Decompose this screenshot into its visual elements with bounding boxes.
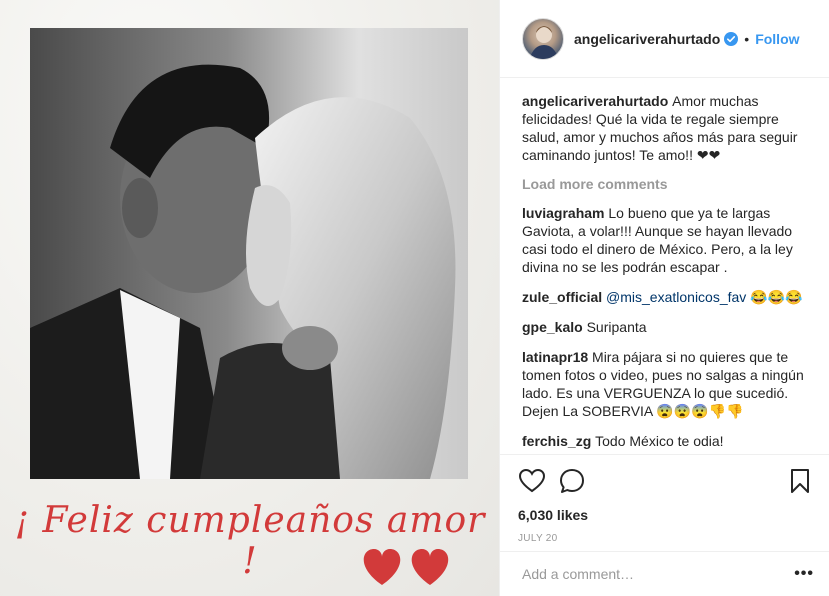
comment-username[interactable]: ferchis_zg xyxy=(522,433,595,449)
list-item: zule_official @mis_exatlonicos_fav 😂😂😂 xyxy=(522,288,818,306)
action-icons xyxy=(518,465,814,497)
comment-button[interactable] xyxy=(558,467,586,495)
heart-outline-icon xyxy=(519,469,545,493)
hearts-icon xyxy=(363,549,449,585)
comment-username[interactable]: zule_official xyxy=(522,289,606,305)
comment-username[interactable]: luviagraham xyxy=(522,205,608,221)
comment-text: Suripanta xyxy=(586,319,647,335)
list-item: ferchis_zg Todo México te odia! xyxy=(522,432,818,450)
list-item: latinapr18 Mira pájara si no quieres que… xyxy=(522,348,818,420)
comments-list[interactable]: angelicariverahurtado Amor muchas felici… xyxy=(500,78,829,454)
more-options-button[interactable]: ••• xyxy=(794,565,814,583)
post-date[interactable]: JULY 20 xyxy=(518,533,814,544)
avatar[interactable] xyxy=(522,17,564,60)
post-image[interactable]: ¡ Feliz cumpleaños amor ! xyxy=(0,0,499,596)
comment-mention[interactable]: @mis_exatlonicos_fav xyxy=(606,289,746,305)
caption-comment: angelicariverahurtado Amor muchas felici… xyxy=(522,92,818,164)
comment-username[interactable]: gpe_kalo xyxy=(522,319,587,335)
list-item: gpe_kalo Suripanta xyxy=(522,318,818,336)
load-more-comments-button[interactable]: Load more comments xyxy=(522,176,818,192)
post-header: angelicariverahurtado • Follow xyxy=(500,0,829,78)
username[interactable]: angelicariverahurtado xyxy=(574,31,720,47)
add-comment-bar: ••• xyxy=(500,551,829,596)
comment-text: 😂😂😂 xyxy=(746,289,803,305)
speech-bubble-icon xyxy=(560,469,584,493)
comment-text: Todo México te odia! xyxy=(595,433,724,449)
add-comment-input[interactable] xyxy=(522,566,795,582)
comment-username[interactable]: angelicariverahurtado xyxy=(522,93,672,109)
save-button[interactable] xyxy=(786,467,814,495)
post-side-panel: angelicariverahurtado • Follow angelicar… xyxy=(499,0,829,596)
bookmark-icon xyxy=(791,469,809,493)
kiss-photo xyxy=(30,28,468,479)
like-button[interactable] xyxy=(518,467,546,495)
likes-count[interactable]: 6,030 likes xyxy=(518,507,814,523)
post-actions: 6,030 likes JULY 20 xyxy=(500,454,829,544)
separator-dot: • xyxy=(744,30,750,47)
follow-button[interactable]: Follow xyxy=(755,31,799,47)
comment-username[interactable]: latinapr18 xyxy=(522,349,592,365)
list-item: luviagraham Lo bueno que ya te largas Ga… xyxy=(522,204,818,276)
verified-badge-icon xyxy=(724,31,739,46)
